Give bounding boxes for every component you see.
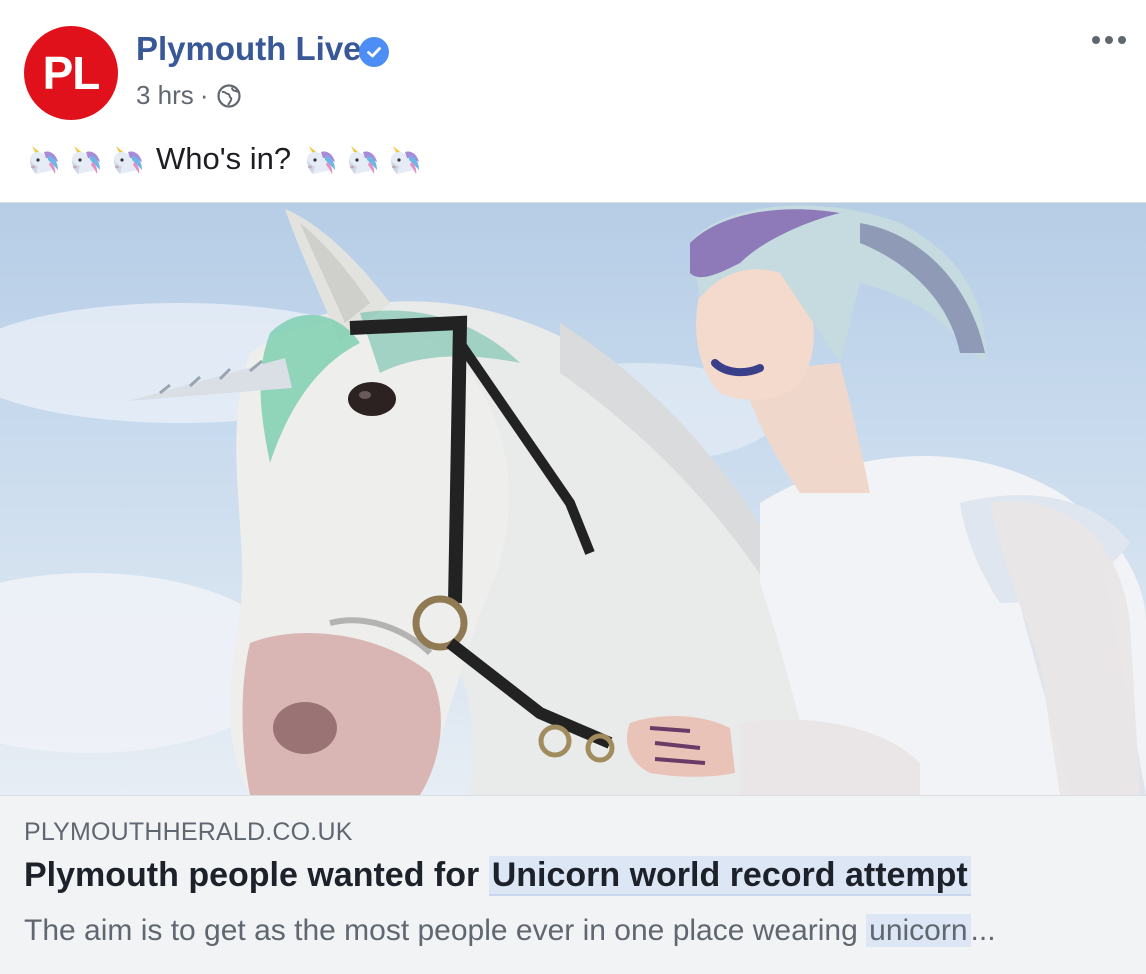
facebook-post: PL Plymouth Live 3 hrs · Who's in? PLYMO… [0,0,1146,974]
unicorn-emoji-icon [24,140,62,178]
more-options-icon[interactable] [1092,30,1126,50]
page-name-link[interactable]: Plymouth Live [136,30,362,68]
unicorn-emoji-icon [66,140,104,178]
unicorn-emoji-icon [108,140,146,178]
emoji-group-after [301,140,423,178]
post-meta: 3 hrs · [136,80,242,111]
post-message: Who's in? [24,140,423,178]
post-timestamp[interactable]: 3 hrs [136,80,194,111]
page-avatar[interactable]: PL [24,26,118,120]
headline-prefix: Plymouth people wanted for [24,856,489,894]
description-prefix: The aim is to get as the most people eve… [24,914,867,947]
link-preview-footer[interactable]: PLYMOUTHHERALD.CO.UK Plymouth people wan… [0,795,1146,974]
link-domain: PLYMOUTHHERALD.CO.UK [24,818,353,846]
avatar-initials: PL [42,47,101,99]
verified-badge-icon [359,37,389,67]
link-description: The aim is to get as the most people eve… [24,914,996,948]
meta-separator: · [199,80,209,110]
post-message-text: Who's in? [156,141,292,176]
unicorn-emoji-icon [343,140,381,178]
unicorn-emoji-icon [385,140,423,178]
description-ellipsis: ... [970,914,996,947]
description-highlight: unicorn [866,914,971,947]
globe-icon[interactable] [216,83,242,109]
headline-highlight: Unicorn world record attempt [488,856,971,896]
unicorn-emoji-icon [301,140,339,178]
link-preview-image[interactable] [0,203,1146,795]
emoji-group-before [24,140,146,178]
link-headline[interactable]: Plymouth people wanted for Unicorn world… [24,856,971,896]
link-preview-card[interactable]: PLYMOUTHHERALD.CO.UK Plymouth people wan… [0,202,1146,974]
